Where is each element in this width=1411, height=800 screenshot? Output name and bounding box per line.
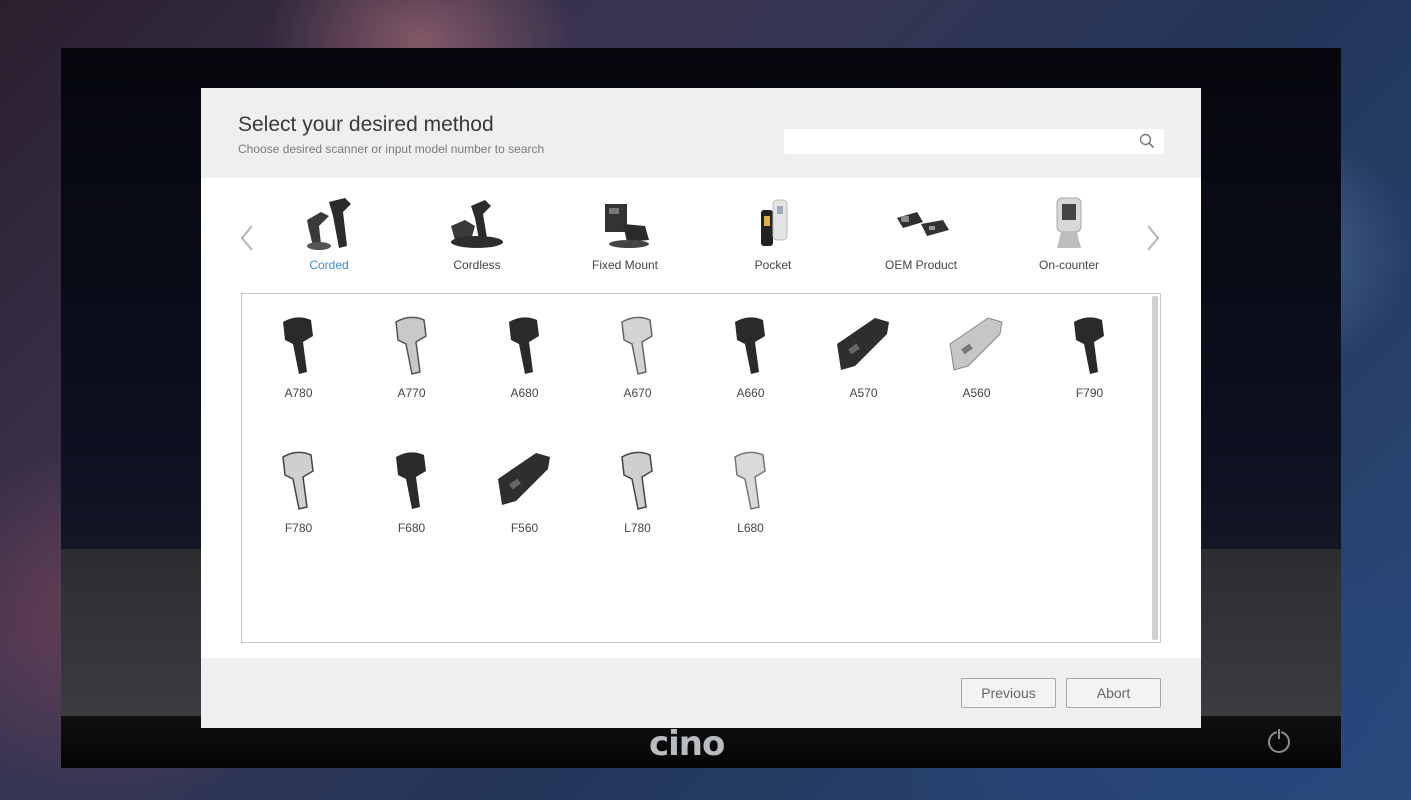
model-card-l780[interactable]: L780 bbox=[581, 429, 694, 539]
handheld-scanner-icon bbox=[508, 317, 539, 374]
previous-button[interactable]: Previous bbox=[961, 678, 1056, 708]
power-icon[interactable] bbox=[1268, 729, 1290, 753]
handheld-scanner-icon bbox=[620, 316, 653, 375]
search-icon[interactable] bbox=[1139, 133, 1155, 149]
abort-button[interactable]: Abort bbox=[1066, 678, 1161, 708]
cino-logo: cino bbox=[649, 724, 725, 764]
oem-module-icon bbox=[897, 212, 949, 236]
handheld-scanner-icon bbox=[282, 317, 313, 374]
corded-scanner-icon bbox=[307, 198, 351, 250]
model-label: A660 bbox=[736, 386, 765, 400]
model-card-a680[interactable]: A680 bbox=[468, 294, 581, 404]
handheld-scanner-icon bbox=[281, 451, 314, 510]
model-card-a780[interactable]: A780 bbox=[242, 294, 355, 404]
model-grid: A780 A770 A680 A670 A660 A570 A560 F790 … bbox=[242, 294, 1152, 642]
handheld-scanner-icon bbox=[497, 453, 550, 505]
on-counter-scanner-icon bbox=[1056, 197, 1082, 248]
dialog-title: Select your desired method bbox=[238, 113, 494, 136]
dialog-footer: Previous Abort bbox=[201, 658, 1201, 728]
model-label: F680 bbox=[397, 521, 426, 535]
model-card-f560[interactable]: F560 bbox=[468, 429, 581, 539]
handheld-scanner-icon bbox=[620, 451, 653, 510]
model-card-f780[interactable]: F780 bbox=[242, 429, 355, 539]
pocket-scanner-icon bbox=[761, 199, 788, 246]
category-label: Corded bbox=[309, 258, 349, 272]
model-label: F560 bbox=[510, 521, 539, 535]
model-list-panel: A780 A770 A680 A670 A660 A570 A560 F790 … bbox=[241, 293, 1161, 643]
category-carousel: Corded Cordless Fixed Mount Pocket OEM P… bbox=[201, 178, 1201, 293]
handheld-scanner-icon bbox=[733, 451, 766, 510]
category-cordless[interactable]: Cordless bbox=[417, 196, 537, 274]
dialog-header: Select your desired method Choose desire… bbox=[201, 88, 1201, 178]
model-card-a770[interactable]: A770 bbox=[355, 294, 468, 404]
model-card-f680[interactable]: F680 bbox=[355, 429, 468, 539]
select-method-dialog: Select your desired method Choose desire… bbox=[201, 88, 1201, 728]
model-card-a660[interactable]: A660 bbox=[694, 294, 807, 404]
category-fixed-mount[interactable]: Fixed Mount bbox=[565, 196, 685, 274]
category-label: Fixed Mount bbox=[591, 258, 659, 272]
category-oem-product[interactable]: OEM Product bbox=[861, 196, 981, 274]
model-label: L780 bbox=[624, 521, 651, 535]
model-label: L680 bbox=[737, 521, 764, 535]
handheld-scanner-icon bbox=[948, 317, 1003, 371]
handheld-scanner-icon bbox=[836, 318, 889, 370]
model-card-a670[interactable]: A670 bbox=[581, 294, 694, 404]
category-corded[interactable]: Corded bbox=[269, 196, 389, 274]
model-label: A670 bbox=[623, 386, 652, 400]
model-card-a560[interactable]: A560 bbox=[920, 294, 1033, 404]
model-label: A780 bbox=[284, 386, 313, 400]
model-list-scrollbar[interactable] bbox=[1152, 296, 1158, 640]
model-card-f790[interactable]: F790 bbox=[1033, 294, 1146, 404]
model-search-input[interactable] bbox=[784, 129, 1164, 154]
model-label: A680 bbox=[510, 386, 539, 400]
category-label: OEM Product bbox=[884, 258, 958, 272]
fixed-mount-scanner-icon bbox=[605, 204, 649, 248]
category-pocket[interactable]: Pocket bbox=[713, 196, 833, 274]
handheld-scanner-icon bbox=[1073, 317, 1104, 374]
model-label: F780 bbox=[284, 521, 313, 535]
chevron-left-icon[interactable] bbox=[239, 223, 255, 253]
category-label: Pocket bbox=[754, 258, 792, 272]
chevron-right-icon[interactable] bbox=[1145, 223, 1161, 253]
category-on-counter[interactable]: On-counter bbox=[1009, 196, 1129, 274]
dialog-subtitle: Choose desired scanner or input model nu… bbox=[238, 142, 545, 156]
model-label: A560 bbox=[962, 386, 991, 400]
model-card-l680[interactable]: L680 bbox=[694, 429, 807, 539]
category-label: Cordless bbox=[453, 258, 501, 272]
handheld-scanner-icon bbox=[395, 452, 426, 509]
model-card-a570[interactable]: A570 bbox=[807, 294, 920, 404]
handheld-scanner-icon bbox=[394, 316, 427, 375]
handheld-scanner-icon bbox=[734, 317, 765, 374]
model-label: A770 bbox=[397, 386, 426, 400]
model-label: A570 bbox=[849, 386, 878, 400]
cordless-scanner-icon bbox=[451, 200, 503, 248]
model-label: F790 bbox=[1075, 386, 1104, 400]
category-label: On-counter bbox=[1038, 258, 1100, 272]
